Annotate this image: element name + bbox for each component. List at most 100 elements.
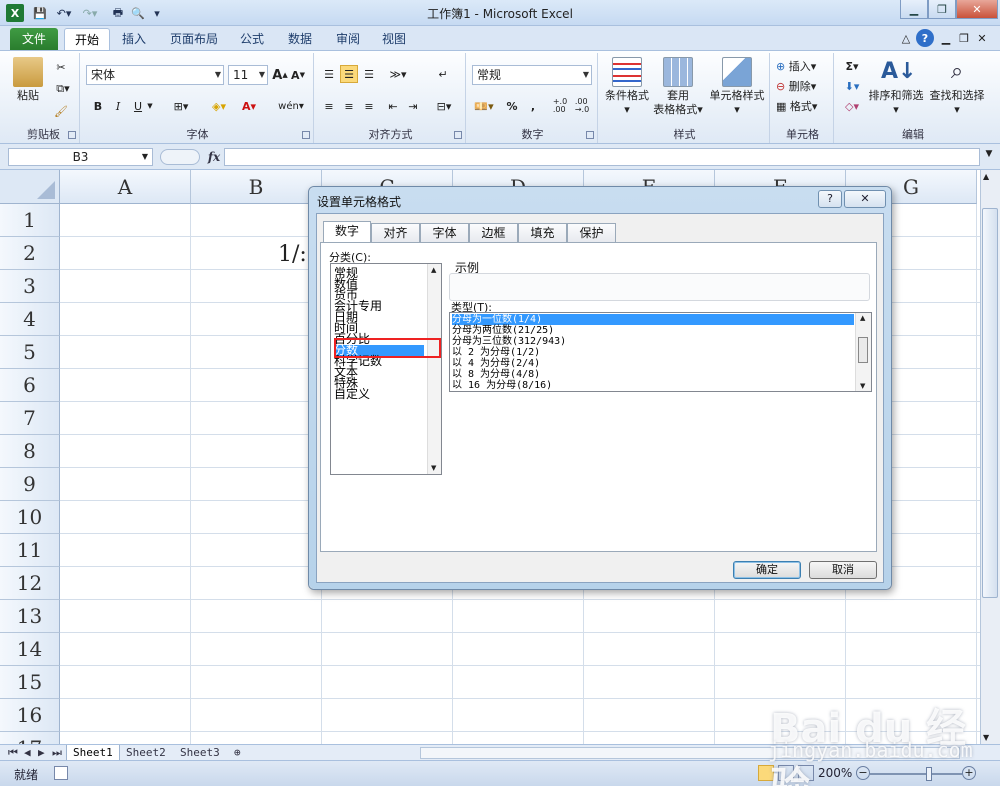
dialog-tab-protection[interactable]: 保护 [567, 223, 616, 243]
copy-icon[interactable]: ⧉▾ [52, 81, 74, 97]
type-item[interactable]: 以 4 为分母(2/4) [452, 358, 540, 369]
bold-button[interactable]: B [90, 97, 106, 115]
italic-button[interactable]: I [110, 97, 126, 115]
tab-data[interactable]: 数据 [278, 28, 322, 50]
font-name-combo[interactable]: 宋体 ▼ [86, 65, 224, 85]
dialog-close-button[interactable]: ✕ [844, 190, 886, 208]
align-right-icon[interactable]: ≡ [360, 97, 378, 115]
cell-styles-button[interactable]: 单元格样式 ▾ [706, 57, 768, 117]
category-list[interactable]: 常规 数值 货币 会计专用 日期 时间 百分比 分数 科学记数 文本 特殊 自定义 ▲ ▼ [330, 263, 442, 475]
row-header[interactable]: 8 [0, 435, 60, 468]
orientation-icon[interactable]: ≫▾ [386, 65, 410, 83]
dialog-tab-number[interactable]: 数字 [323, 221, 371, 244]
minimize-button[interactable]: ▁ [900, 0, 928, 19]
row-header[interactable]: 7 [0, 402, 60, 435]
tab-file[interactable]: 文件 [10, 28, 58, 50]
underline-dropdown-icon[interactable]: ▼ [146, 97, 154, 115]
scroll-up-icon[interactable]: ▲ [431, 266, 436, 274]
column-header[interactable]: A [60, 170, 191, 204]
row-header[interactable]: 17 [0, 732, 60, 744]
cancel-button[interactable]: 取消 [809, 561, 877, 579]
tab-insert[interactable]: 插入 [112, 28, 156, 50]
tab-view[interactable]: 视图 [372, 28, 416, 50]
wrap-text-icon[interactable]: ↵ [434, 65, 452, 83]
insert-sheet-icon[interactable]: ⊕ [228, 745, 247, 761]
find-select-button[interactable]: ⌕ 查找和选择 ▾ [926, 57, 988, 117]
fill-color-icon[interactable]: ◈▾ [208, 97, 230, 115]
row-header[interactable]: 2 [0, 237, 60, 270]
font-size-combo[interactable]: 11 ▼ [228, 65, 268, 85]
sheet-nav-next-icon[interactable]: ▶ [38, 745, 45, 761]
accounting-format-icon[interactable]: 💴▾ [472, 97, 496, 115]
increase-decimal-button[interactable]: +.0 .00 [550, 97, 570, 115]
clear-icon[interactable]: ◇▾ [840, 97, 864, 115]
type-item[interactable]: 以 2 为分母(1/2) [452, 347, 540, 358]
dialog-tab-font[interactable]: 字体 [420, 223, 469, 243]
insert-function-icon[interactable]: fx [205, 148, 223, 166]
tab-page-layout[interactable]: 页面布局 [160, 28, 228, 50]
grow-font-button[interactable]: A ▲ [272, 65, 288, 85]
dialog-tab-fill[interactable]: 填充 [518, 223, 567, 243]
decrease-decimal-button[interactable]: .00 →.0 [572, 97, 592, 115]
row-header[interactable]: 4 [0, 303, 60, 336]
row-header[interactable]: 11 [0, 534, 60, 567]
sheet-nav-prev-icon[interactable]: ◀ [24, 745, 31, 761]
align-center-icon[interactable]: ≡ [340, 97, 358, 115]
scroll-up-icon[interactable]: ▲ [860, 314, 865, 322]
row-header[interactable]: 6 [0, 369, 60, 402]
type-item[interactable]: 以 8 为分母(4/8) [452, 369, 540, 380]
format-cells-button[interactable]: ▦ 格式 ▾ [776, 97, 830, 115]
percent-button[interactable]: % [504, 97, 520, 115]
tab-review[interactable]: 审阅 [326, 28, 370, 50]
row-header[interactable]: 15 [0, 666, 60, 699]
align-middle-icon[interactable]: ☰ [340, 65, 358, 83]
category-scrollbar[interactable]: ▲ ▼ [427, 264, 441, 474]
dialog-help-button[interactable]: ? [818, 190, 842, 208]
align-left-icon[interactable]: ≡ [320, 97, 338, 115]
type-item[interactable]: 分母为一位数(1/4) [452, 314, 854, 325]
fill-icon[interactable]: ⬇▾ [840, 77, 864, 95]
ok-button[interactable]: 确定 [733, 561, 801, 579]
conditional-format-button[interactable]: 条件格式 ▾ [602, 57, 652, 117]
sheet-nav-last-icon[interactable]: ⏭ [52, 745, 62, 761]
tab-home[interactable]: 开始 [64, 28, 111, 50]
scroll-down-icon[interactable]: ▼ [431, 464, 436, 472]
formula-input[interactable] [224, 148, 980, 166]
type-list[interactable]: 分母为一位数(1/4) 分母为两位数(21/25) 分母为三位数(312/943) 以… [449, 312, 872, 392]
row-header[interactable]: 9 [0, 468, 60, 501]
type-scrollbar[interactable]: ▲ ▼ [855, 313, 871, 391]
row-header[interactable]: 12 [0, 567, 60, 600]
type-item[interactable]: 分母为两位数(21/25) [452, 325, 554, 336]
formula-bar-splitter[interactable] [160, 149, 200, 165]
comma-button[interactable]: , [526, 97, 540, 115]
row-header[interactable]: 1 [0, 204, 60, 237]
decrease-indent-icon[interactable]: ⇤ [384, 97, 402, 115]
row-header[interactable]: 5 [0, 336, 60, 369]
row-header[interactable]: 10 [0, 501, 60, 534]
row-header[interactable]: 13 [0, 600, 60, 633]
phonetic-icon[interactable]: wén ▾ [276, 97, 306, 115]
type-scroll-thumb[interactable] [858, 337, 868, 363]
expand-formula-icon[interactable]: ▼ [982, 149, 996, 165]
doc-restore-icon[interactable]: ❐ [956, 30, 972, 46]
autosum-button[interactable]: Σ ▾ [840, 57, 864, 75]
align-bottom-icon[interactable]: ☰ [360, 65, 378, 83]
number-launcher-icon[interactable] [586, 131, 594, 139]
insert-cells-button[interactable]: ⊕ 插入 ▾ [776, 57, 830, 75]
align-top-icon[interactable]: ☰ [320, 65, 338, 83]
row-header[interactable]: 14 [0, 633, 60, 666]
row-header[interactable]: 16 [0, 699, 60, 732]
delete-cells-button[interactable]: ⊖ 删除 ▾ [776, 77, 830, 95]
ribbon-collapse-icon[interactable]: △ [898, 30, 914, 46]
help-icon[interactable]: ? [916, 29, 934, 47]
merge-center-icon[interactable]: ⊟▾ [432, 97, 456, 115]
doc-close-icon[interactable]: ✕ [974, 30, 990, 46]
sheet-tab-3[interactable]: Sheet3 [174, 745, 226, 761]
sheet-nav-first-icon[interactable]: ⏮ [8, 745, 18, 761]
tab-formulas[interactable]: 公式 [230, 28, 274, 50]
name-box[interactable]: B3 ▼ [8, 148, 153, 166]
vertical-scroll-thumb[interactable] [982, 208, 998, 598]
sheet-tab-1[interactable]: Sheet1 [66, 745, 120, 761]
dialog-tab-alignment[interactable]: 对齐 [371, 223, 420, 243]
macro-record-icon[interactable] [54, 766, 68, 780]
